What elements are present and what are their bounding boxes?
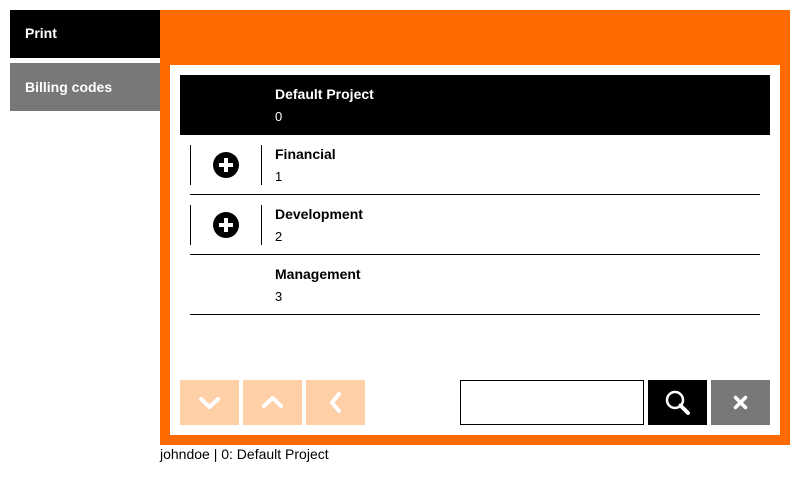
list-item[interactable]: Financial 1 [190,135,760,195]
close-icon [733,395,748,410]
search-input[interactable] [460,380,644,425]
divider [261,145,262,185]
list-item-code: 3 [275,289,283,304]
billing-codes-panel: Default Project 0 Financial 1 Developmen… [160,10,790,445]
billing-code-list: Default Project 0 Financial 1 Developmen… [180,75,770,315]
list-item-name: Default Project [275,86,374,102]
chevron-up-icon [262,396,283,408]
list-item-name: Development [275,206,363,222]
divider [190,205,191,245]
back-button[interactable] [306,380,365,425]
tab-billing-codes[interactable]: Billing codes [10,63,160,111]
magnifier-icon [665,390,690,415]
list-item[interactable]: Default Project 0 [180,75,770,135]
tab-print[interactable]: Print [10,10,160,58]
tab-billing-codes-label: Billing codes [25,79,113,95]
screen: Print Billing codes Default Project 0 Fi… [0,0,800,480]
clear-button[interactable] [711,380,770,425]
list-item[interactable]: Management 3 [190,255,760,315]
divider [190,145,191,185]
scroll-up-button[interactable] [243,380,302,425]
list-item-code: 0 [275,109,283,124]
scroll-down-button[interactable] [180,380,239,425]
divider [261,205,262,245]
tab-print-label: Print [25,25,57,41]
chevron-left-icon [330,392,341,413]
chevron-down-icon [199,397,220,409]
list-item-code: 2 [275,229,283,244]
list-item-code: 1 [275,169,283,184]
search-button[interactable] [648,380,707,425]
plus-circle-icon[interactable] [212,151,240,179]
list-item[interactable]: Development 2 [190,195,760,255]
list-item-name: Financial [275,146,336,162]
status-bar: johndoe | 0: Default Project [160,446,329,462]
list-item-name: Management [275,266,361,282]
plus-circle-icon[interactable] [212,211,240,239]
billing-codes-content: Default Project 0 Financial 1 Developmen… [170,65,780,435]
